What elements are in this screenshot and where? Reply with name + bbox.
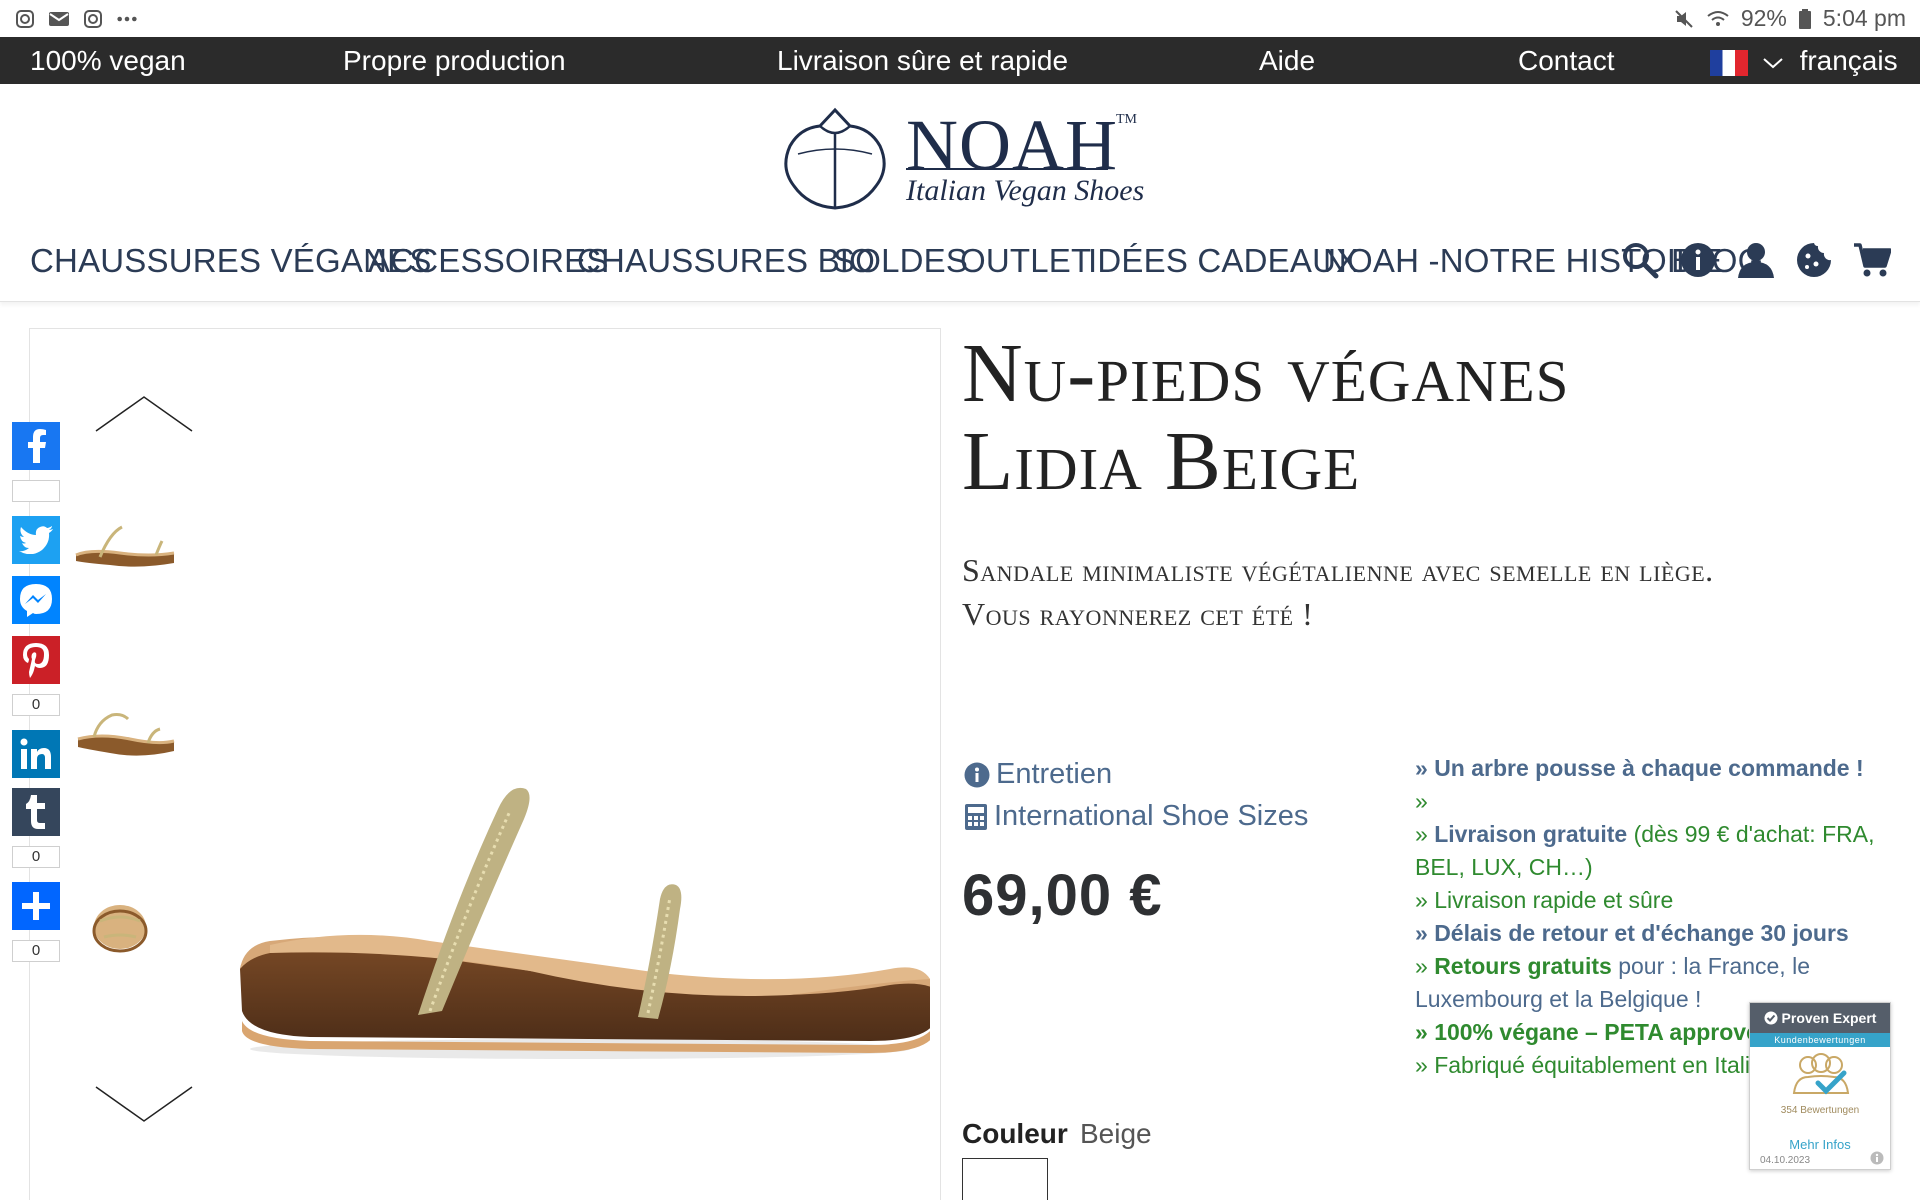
benefit-tree: » Un arbre pousse à chaque commande ! [1415, 755, 1864, 781]
nav-our-story[interactable]: NOAH -NOTRE HISTOIRE [1323, 242, 1722, 280]
proven-expert-review-count: 354 Bewertungen [1780, 1105, 1860, 1116]
color-label: Couleur [962, 1118, 1068, 1149]
instagram-notification-icon-2 [82, 8, 104, 30]
nav-outlet[interactable]: OUTLET [960, 242, 1091, 280]
linkedin-share-button[interactable] [12, 730, 60, 778]
main-navigation: CHAUSSURES VÉGANES ACCESSOIRES CHAUSSURE… [0, 232, 1920, 302]
info-icon[interactable] [1678, 240, 1718, 280]
more-share-count: 0 [12, 940, 60, 962]
thumbnail-top-view[interactable] [70, 891, 180, 961]
plus-icon [22, 892, 50, 920]
care-link-label: Entretien [996, 758, 1113, 790]
battery-percent: 92% [1740, 5, 1787, 31]
proven-expert-header: Proven Expert [1750, 1003, 1890, 1033]
instagram-notification-icon [14, 8, 36, 30]
messenger-share-button[interactable] [12, 576, 60, 624]
info-item-contact[interactable]: Contact [1518, 37, 1615, 84]
gallery-down-arrow-icon[interactable] [94, 1085, 194, 1125]
mute-icon [1673, 8, 1695, 30]
facebook-share-button[interactable] [12, 422, 60, 470]
calculator-icon [965, 803, 987, 830]
mail-notification-icon [48, 8, 70, 30]
shoe-sizes-link[interactable]: International Shoe Sizes [964, 800, 1308, 833]
nav-accessories[interactable]: ACCESSOIRES [368, 242, 609, 280]
status-bar-right: 92% 5:04 pm [1673, 5, 1906, 32]
product-title-line2: Lidia Beige [962, 415, 1361, 508]
pinterest-share-count: 0 [12, 694, 60, 716]
benefit-return-period: » Délais de retour et d'échange 30 jours [1415, 920, 1849, 946]
product-subtitle-line1: Sandale minimaliste végétalienne avec se… [962, 552, 1714, 588]
info-item-vegan[interactable]: 100% vegan [30, 37, 186, 84]
facebook-share-count [12, 480, 60, 502]
tumblr-icon [26, 795, 45, 829]
twitter-icon [19, 526, 53, 554]
messenger-icon [20, 584, 52, 617]
logo-underline [906, 168, 1108, 170]
language-label: français [1799, 45, 1898, 76]
battery-icon [1798, 8, 1811, 30]
site-logo[interactable]: NOAH TM Italian Vegan Shoes [780, 104, 1144, 224]
info-circle-icon [964, 762, 990, 787]
nav-gift-ideas[interactable]: IDÉES CADEAUX [1088, 242, 1358, 280]
nav-sale[interactable]: SOLDES [833, 242, 968, 280]
logo-tagline: Italian Vegan Shoes [906, 174, 1145, 207]
pinterest-icon [23, 643, 49, 678]
clock: 5:04 pm [1822, 5, 1906, 31]
noah-ark-logo-icon [784, 107, 886, 210]
product-title: Nu-pieds véganes Lidia Beige [962, 330, 1882, 506]
proven-expert-date: 04.10.2023 [1760, 1155, 1811, 1166]
thumbnail-side-view[interactable] [70, 513, 180, 583]
language-selector[interactable]: français [1710, 37, 1898, 84]
checkmark-circle-icon [1764, 1011, 1778, 1025]
status-bar-left [14, 8, 138, 30]
gallery-up-arrow-icon[interactable] [94, 393, 194, 433]
proven-expert-more-link[interactable]: Mehr Infos [1750, 1137, 1890, 1152]
proven-expert-band: Kundenbewertungen [1750, 1033, 1890, 1047]
cookie-icon[interactable] [1794, 240, 1834, 280]
shoe-sizes-label: International Shoe Sizes [994, 800, 1309, 832]
benefit-empty: » [1415, 788, 1428, 814]
twitter-share-button[interactable] [12, 516, 60, 564]
product-main-image [240, 787, 930, 1059]
reviewers-group-icon [1792, 1053, 1850, 1095]
status-bar: 92% 5:04 pm [0, 0, 1920, 37]
info-item-delivery[interactable]: Livraison sûre et rapide [777, 37, 1068, 84]
account-icon[interactable] [1736, 240, 1776, 280]
thumbnail-angle-view[interactable] [70, 699, 180, 769]
benefit-free-shipping: » Livraison gratuite (dès 99 € d'achat: … [1415, 821, 1875, 880]
care-link[interactable]: Entretien [964, 758, 1112, 791]
pinterest-share-button[interactable] [12, 636, 60, 684]
color-swatch-beige[interactable] [962, 1158, 1048, 1200]
chevron-down-icon [1763, 57, 1783, 68]
product-gallery [29, 328, 941, 1200]
proven-expert-badge[interactable]: Proven Expert Kundenbewertungen 354 Bewe… [1749, 1002, 1891, 1170]
logo-trademark: TM [1116, 112, 1137, 127]
info-small-icon[interactable] [1870, 1151, 1884, 1165]
product-subtitle-line2: Vous rayonnerez cet été ! [962, 596, 1314, 632]
product-subtitle: Sandale minimaliste végétalienne avec se… [962, 548, 1882, 636]
benefit-fast-delivery: » Livraison rapide et sûre [1415, 887, 1674, 913]
more-share-button[interactable] [12, 882, 60, 930]
search-icon[interactable] [1620, 240, 1660, 280]
product-price: 69,00 € [962, 863, 1163, 928]
color-value: Beige [1080, 1118, 1152, 1149]
info-item-production[interactable]: Propre production [343, 37, 566, 84]
info-bar: 100% vegan Propre production Livraison s… [0, 37, 1920, 84]
more-notifications-icon [116, 8, 138, 30]
wifi-icon [1707, 8, 1729, 30]
proven-expert-brand: Proven Expert [1781, 1010, 1877, 1026]
france-flag-icon [1710, 49, 1748, 76]
tumblr-share-count: 0 [12, 846, 60, 868]
info-item-help[interactable]: Aide [1259, 37, 1315, 84]
cart-icon[interactable] [1852, 240, 1892, 280]
tumblr-share-button[interactable] [12, 788, 60, 836]
linkedin-icon [20, 738, 51, 769]
nav-organic-shoes[interactable]: CHAUSSURES BIO [577, 242, 875, 280]
product-title-line1: Nu-pieds véganes [962, 327, 1570, 420]
facebook-icon [28, 429, 46, 463]
